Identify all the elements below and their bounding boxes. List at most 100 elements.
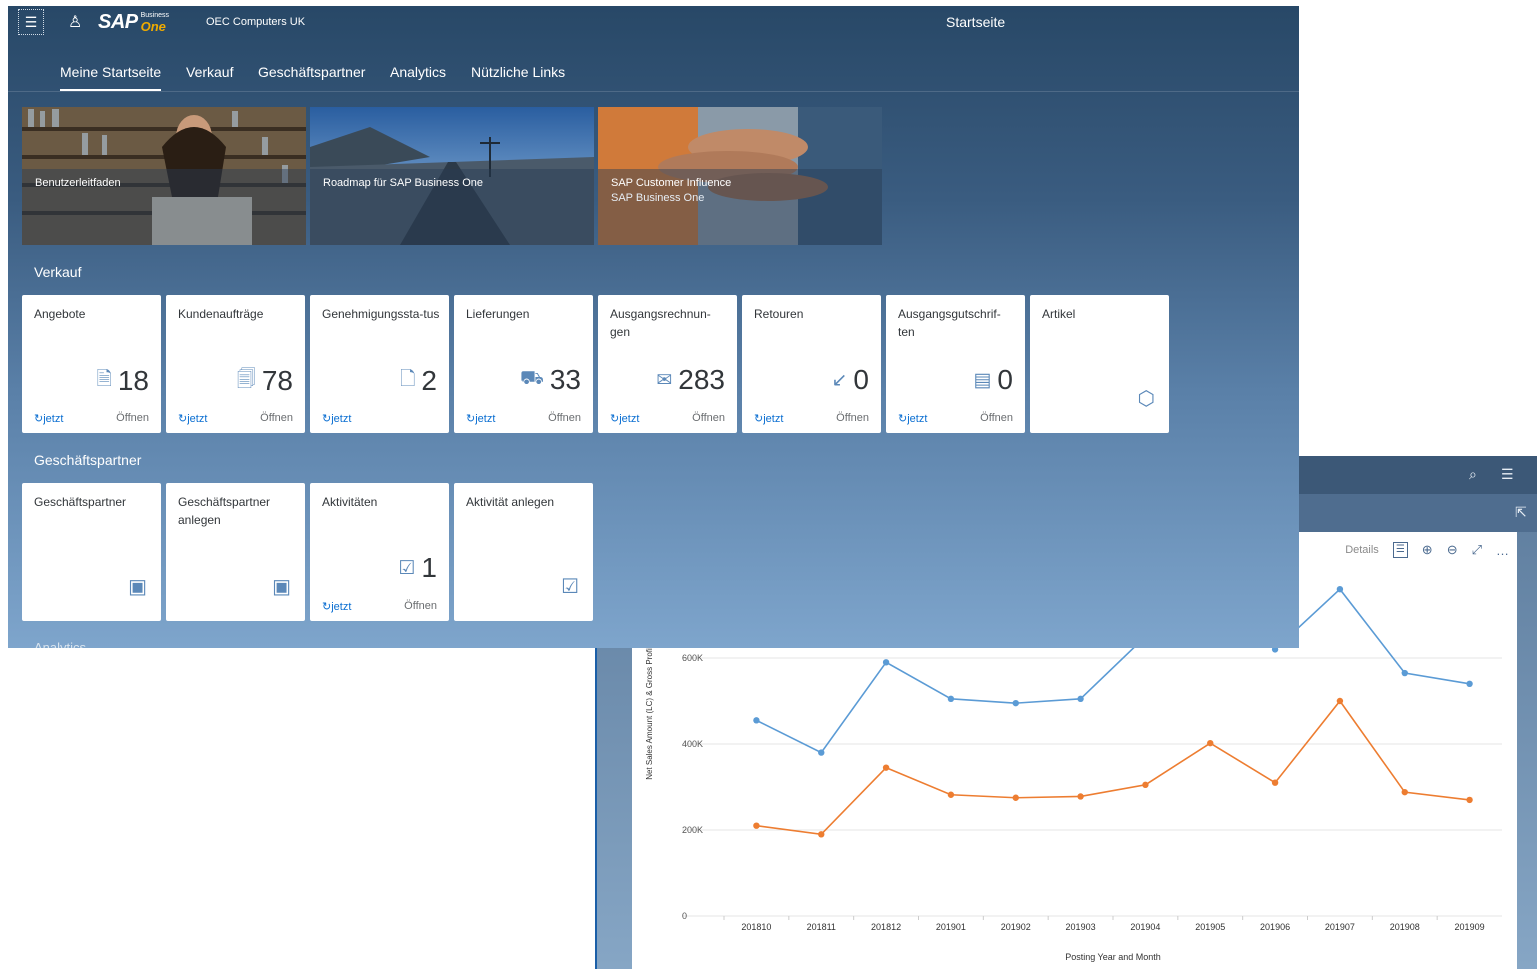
tile-kpi-value: 1 — [421, 552, 437, 583]
tile-footer: ↻jetzt Öffnen — [466, 412, 581, 425]
tile-kpi: 🗋 2 — [400, 365, 437, 397]
section-title-analytics: Analytics — [34, 640, 87, 648]
tile-kpi: ↙ 0 — [832, 365, 870, 395]
refresh-link[interactable]: ↻jetzt — [898, 412, 927, 425]
refresh-label: jetzt — [43, 413, 64, 425]
shell-bar: ☰ ♙ SAP Business One OEC Computers UK St… — [8, 6, 1299, 40]
tile-title: Aktivität anlegen — [466, 495, 555, 509]
refresh-icon: ↻ — [898, 413, 908, 425]
x-tick-label: 201907 — [1325, 922, 1355, 932]
data-point — [1012, 699, 1019, 707]
tile-task-list[interactable]: Aktivitäten ☑ 1 ↻jetzt Öffnen — [310, 483, 449, 621]
tile-title: Lieferungen — [466, 307, 530, 321]
tile-title: Angebote — [34, 307, 86, 321]
data-point — [753, 717, 760, 724]
tab-bar: Meine Startseite Verkauf Geschäftspartne… — [8, 58, 1299, 92]
tile-sales-order[interactable]: Kundenaufträge 🗐 78 ↻jetzt Öffnen — [166, 295, 305, 433]
tile-add-business-card[interactable]: Geschäftspartner anlegen ▣ — [166, 483, 305, 621]
company-name[interactable]: OEC Computers UK — [206, 16, 305, 28]
desktop: ⌕ ☰ ⇱ Details ☰ ⊕ ⊖ ⤢ … 0 200K 400K 600K 201… — [0, 0, 1537, 969]
data-point — [1142, 781, 1149, 789]
data-point — [1077, 793, 1084, 800]
news-title: Roadmap für SAP Business One — [323, 177, 483, 189]
tile-kpi-value: 2 — [421, 365, 437, 396]
menu-lines-icon[interactable]: ☰ — [1501, 466, 1514, 483]
refresh-icon: ↻ — [466, 413, 476, 425]
tab-analytics[interactable]: Analytics — [390, 64, 446, 80]
tile-kpi: ☑ 1 — [398, 553, 437, 583]
tile-item-box[interactable]: Artikel ⬡ — [1030, 295, 1169, 433]
x-tick-label: 201811 — [807, 922, 836, 932]
tile-footer: ↻jetzt Öffnen — [898, 412, 1013, 425]
refresh-link[interactable]: ↻jetzt — [754, 412, 783, 425]
refresh-icon: ↻ — [322, 413, 332, 425]
share-icon[interactable]: ⇱ — [1515, 504, 1527, 521]
return-icon: ↙ — [831, 369, 848, 391]
tile-kpi-value: 283 — [678, 364, 725, 395]
tile-title: Geschäftspartner anlegen — [178, 495, 271, 527]
refresh-link[interactable]: ↻jetzt — [322, 600, 351, 613]
section-title-verkauf: Verkauf — [34, 264, 82, 280]
tile-footer: ↻jetzt Öffnen — [178, 412, 293, 425]
add-task-icon: ☑ — [561, 576, 579, 598]
y-axis-title: Net Sales Amount (LC) & Gross Profit (LC… — [645, 628, 654, 780]
sales-order-icon: 🗐 — [236, 369, 256, 390]
menu-icon[interactable]: ☰ — [18, 9, 44, 35]
tile-kpi-value: 78 — [261, 365, 293, 396]
tile-status: Öffnen — [692, 412, 725, 424]
tile-title: Ausgangsrechnun-gen — [610, 307, 711, 339]
task-list-icon: ☑ — [398, 557, 416, 579]
data-point — [947, 695, 955, 703]
item-box-icon: ⬡ — [1137, 388, 1155, 410]
data-point — [1336, 697, 1344, 705]
refresh-label: jetzt — [475, 413, 496, 425]
page-title: Startseite — [946, 14, 1006, 30]
tile-title: Geschäftspartner — [34, 495, 127, 509]
x-tick-label: 201905 — [1195, 922, 1225, 932]
news-title: SAP Customer Influence — [611, 177, 732, 189]
refresh-link[interactable]: ↻jetzt — [610, 412, 639, 425]
tile-footer: ↻jetzt Öffnen — [610, 412, 725, 425]
tile-status: Öffnen — [404, 600, 437, 612]
x-tick-label: 201812 — [871, 922, 901, 932]
y-tick-label: 0 — [682, 911, 687, 921]
tile-status: Öffnen — [836, 412, 869, 424]
tile-invoice[interactable]: Ausgangsrechnun-gen ✉ 283 ↻jetzt Öffnen — [598, 295, 737, 433]
news-tile-roadmap[interactable]: Roadmap für SAP Business One — [310, 107, 594, 245]
tile-return[interactable]: Retouren ↙ 0 ↻jetzt Öffnen — [742, 295, 881, 433]
refresh-link[interactable]: ↻jetzt — [178, 412, 207, 425]
refresh-link[interactable]: ↻jetzt — [466, 412, 495, 425]
tile-document[interactable]: Genehmigungssta-tus 🗋 2 ↻jetzt — [310, 295, 449, 433]
tile-truck[interactable]: Lieferungen ⛟ 33 ↻jetzt Öffnen — [454, 295, 593, 433]
user-icon[interactable]: ♙ — [68, 12, 82, 32]
tile-business-card[interactable]: Geschäftspartner ▣ — [22, 483, 161, 621]
refresh-label: jetzt — [619, 413, 640, 425]
tab-geschaeftspartner[interactable]: Geschäftspartner — [258, 64, 365, 80]
tile-credit-memo[interactable]: Ausgangsgutschrif-ten ▤ 0 ↻jetzt Öffnen — [886, 295, 1025, 433]
tile-kpi: 🗐 78 — [237, 365, 293, 397]
refresh-link[interactable]: ↻jetzt — [34, 412, 63, 425]
refresh-label: jetzt — [331, 601, 352, 613]
tile-title: Retouren — [754, 307, 804, 321]
refresh-icon: ↻ — [754, 413, 764, 425]
news-tile-user-guide[interactable]: Benutzerleitfaden — [22, 107, 306, 245]
search-icon[interactable]: ⌕ — [1469, 466, 1477, 483]
news-tile-customer-influence[interactable]: SAP Customer Influence SAP Business One — [598, 107, 882, 245]
tile-status: Öffnen — [980, 412, 1013, 424]
refresh-link[interactable]: ↻jetzt — [322, 412, 351, 425]
refresh-label: jetzt — [763, 413, 784, 425]
data-point — [882, 764, 890, 771]
tile-footer: ↻jetzt Öffnen — [322, 600, 437, 613]
tab-nuetzliche-links[interactable]: Nützliche Links — [471, 64, 565, 80]
news-title: Benutzerleitfaden — [35, 177, 121, 189]
tile-add-task[interactable]: Aktivität anlegen ☑ — [454, 483, 593, 621]
data-point — [753, 822, 760, 829]
tile-kpi: ✉ 283 — [656, 365, 725, 395]
tab-verkauf[interactable]: Verkauf — [186, 64, 233, 80]
tile-status: Öffnen — [116, 412, 149, 424]
business-card-icon: ▣ — [128, 576, 147, 598]
add-business-card-icon: ▣ — [272, 576, 291, 598]
tile-quote[interactable]: Angebote 🗎 18 ↻jetzt Öffnen — [22, 295, 161, 433]
data-point — [1207, 739, 1214, 747]
tab-meine-startseite[interactable]: Meine Startseite — [60, 64, 162, 91]
